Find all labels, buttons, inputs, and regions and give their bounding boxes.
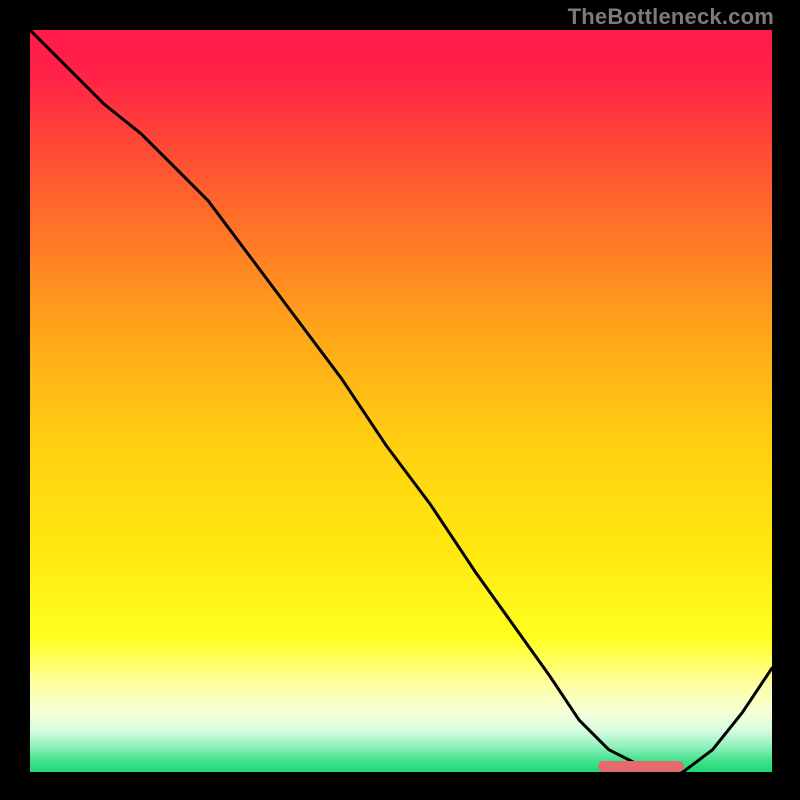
chart-container: TheBottleneck.com bbox=[0, 0, 800, 800]
watermark-text: TheBottleneck.com bbox=[568, 4, 774, 30]
bottleneck-curve bbox=[30, 30, 772, 772]
plot-area bbox=[30, 30, 772, 772]
curve-layer bbox=[30, 30, 772, 772]
optimum-range-marker bbox=[598, 761, 684, 772]
